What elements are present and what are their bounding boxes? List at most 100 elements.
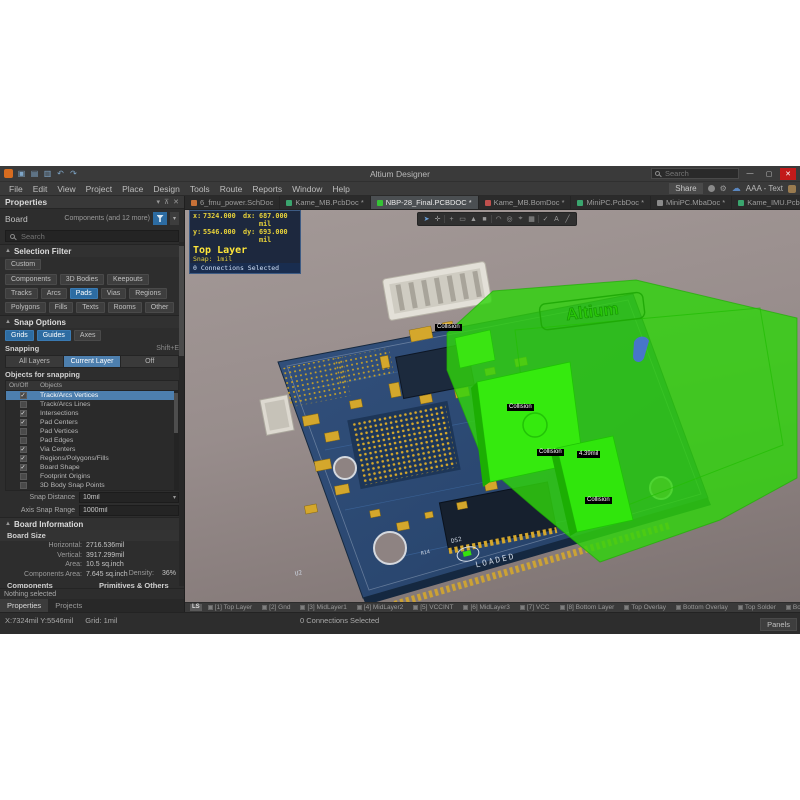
table-row[interactable]: Pad Edges — [6, 436, 178, 445]
table-row[interactable]: ✓Pad Centers — [6, 418, 178, 427]
filter-custom-button[interactable]: Custom — [5, 259, 41, 270]
checkbox[interactable]: ✓ — [20, 419, 27, 426]
share-button[interactable]: Share — [669, 183, 702, 194]
filter-other[interactable]: Other — [145, 302, 175, 313]
close-button[interactable]: ✕ — [780, 168, 796, 180]
checkbox[interactable] — [20, 437, 27, 444]
copy-icon[interactable]: ▥ — [43, 169, 52, 178]
filter-polygons[interactable]: Polygons — [5, 302, 46, 313]
layer-tab-vccint[interactable]: [5] VCCINT — [409, 604, 457, 611]
checkbox[interactable]: ✓ — [20, 464, 27, 471]
checkbox[interactable] — [20, 473, 27, 480]
line-icon[interactable]: ╱ — [563, 215, 572, 223]
filter-components[interactable]: Components — [5, 274, 57, 285]
pcb-3d-viewport[interactable]: Altium x:7324.000 dx:687.000 mil y:5546.… — [185, 210, 800, 602]
checkbox[interactable]: ✓ — [20, 392, 27, 399]
filter-tracks[interactable]: Tracks — [5, 288, 38, 299]
via-icon[interactable]: ◎ — [505, 215, 514, 223]
filter-3d-bodies[interactable]: 3D Bodies — [60, 274, 104, 285]
menu-file[interactable]: File — [4, 184, 28, 194]
measure-icon[interactable]: ✓ — [541, 215, 550, 223]
axis-snap-range-input[interactable] — [80, 507, 178, 514]
doc-tab[interactable]: Kame_IMU.PcbDoc * — [732, 196, 800, 209]
layer-tab-mid1[interactable]: [3] MidLayer1 — [296, 604, 350, 611]
menu-view[interactable]: View — [52, 184, 80, 194]
filter-dropdown[interactable]: ▾ — [170, 212, 179, 225]
axis-snap-range-field[interactable] — [79, 505, 179, 516]
undo-icon[interactable]: ↶ — [56, 169, 65, 178]
snap-mode-all-layers[interactable]: All Layers — [6, 356, 64, 367]
checkbox[interactable] — [20, 401, 27, 408]
menu-design[interactable]: Design — [148, 184, 184, 194]
table-row[interactable]: ✓Track/Arcs Vertices — [6, 391, 178, 400]
global-search[interactable] — [651, 168, 739, 179]
doc-tab-active[interactable]: NBP-28_Final.PCBDOC * — [371, 196, 479, 209]
table-row[interactable]: ✓Board Shape — [6, 463, 178, 472]
account-label[interactable]: AAA - Text — [746, 184, 783, 193]
global-search-input[interactable] — [663, 168, 733, 179]
table-row[interactable]: Pad Vertices — [6, 427, 178, 436]
maximize-button[interactable]: ▢ — [761, 168, 777, 180]
tab-properties[interactable]: Properties — [0, 599, 48, 612]
open-icon[interactable]: ▤ — [30, 169, 39, 178]
filter-rooms[interactable]: Rooms — [108, 302, 142, 313]
tab-projects[interactable]: Projects — [48, 599, 89, 612]
select-icon[interactable]: ➤ — [422, 215, 431, 223]
doc-tab[interactable]: MiniPC.MbaDoc * — [651, 196, 732, 209]
menu-window[interactable]: Window — [287, 184, 327, 194]
table-row[interactable]: ✓Regions/Polygons/Fills — [6, 454, 178, 463]
move-icon[interactable]: ✛ — [433, 215, 442, 223]
panel-search-input[interactable] — [19, 231, 159, 242]
checkbox[interactable] — [20, 482, 27, 489]
layer-tab-top-overlay[interactable]: Top Overlay — [620, 604, 670, 611]
layer-tab-gnd[interactable]: [2] Gnd — [258, 604, 294, 611]
panel-search[interactable] — [5, 230, 179, 242]
table-row[interactable]: Footprint Origins — [6, 472, 178, 481]
dropdown-icon[interactable]: ▾ — [173, 494, 178, 501]
pour-icon[interactable]: ▲ — [469, 216, 478, 223]
minimize-button[interactable]: — — [742, 168, 758, 180]
filter-texts[interactable]: Texts — [76, 302, 104, 313]
layer-tab-top[interactable]: [1] Top Layer — [204, 604, 256, 611]
filter-regions[interactable]: Regions — [129, 288, 167, 299]
menu-help[interactable]: Help — [327, 184, 354, 194]
checkbox[interactable]: ✓ — [20, 455, 27, 462]
layer-tab-bottom-solder[interactable]: Bottom Solder — [782, 604, 800, 611]
collapse-icon[interactable]: ▲ — [5, 248, 11, 254]
collapse-icon[interactable]: ▲ — [5, 521, 11, 527]
panel-menu-icon[interactable]: ▾ — [156, 198, 160, 206]
pin-icon[interactable]: ⊼ — [164, 198, 169, 206]
snap-grids-button[interactable]: Grids — [5, 330, 34, 341]
menu-place[interactable]: Place — [117, 184, 148, 194]
menu-tools[interactable]: Tools — [185, 184, 215, 194]
menu-project[interactable]: Project — [81, 184, 117, 194]
checkbox[interactable]: ✓ — [20, 446, 27, 453]
layer-tab-top-solder[interactable]: Top Solder — [734, 604, 780, 611]
user-icon[interactable] — [788, 185, 796, 193]
filter-button[interactable] — [153, 212, 167, 225]
filter-pads[interactable]: Pads — [70, 288, 98, 299]
doc-tab[interactable]: Kame_MB.BomDoc * — [479, 196, 572, 209]
doc-tab[interactable]: Kame_MB.PcbDoc * — [280, 196, 370, 209]
layer-tab-bottom[interactable]: [8] Bottom Layer — [556, 604, 619, 611]
filter-keepouts[interactable]: Keepouts — [107, 274, 149, 285]
fill-icon[interactable]: ■ — [480, 216, 489, 223]
snap-distance-input[interactable] — [80, 494, 173, 501]
checkbox[interactable]: ✓ — [20, 410, 27, 417]
panels-button[interactable]: Panels — [760, 618, 797, 631]
snap-mode-off[interactable]: Off — [121, 356, 178, 367]
table-row[interactable]: ✓Intersections — [6, 409, 178, 418]
table-row[interactable]: Track/Arcs Lines — [6, 400, 178, 409]
doc-tab[interactable]: 6_fmu_power.SchDoc — [185, 196, 280, 209]
menu-edit[interactable]: Edit — [28, 184, 53, 194]
save-icon[interactable]: ▣ — [17, 169, 26, 178]
layer-tab-mid2[interactable]: [4] MidLayer2 — [353, 604, 407, 611]
text-icon[interactable]: A — [552, 216, 561, 223]
snap-axes-button[interactable]: Axes — [74, 330, 102, 341]
filter-vias[interactable]: Vias — [101, 288, 127, 299]
layer-set-chip[interactable]: LS — [190, 604, 202, 611]
snap-mode-current-layer[interactable]: Current Layer — [64, 356, 122, 367]
layer-tab-mid3[interactable]: [6] MidLayer3 — [459, 604, 513, 611]
redo-icon[interactable]: ↷ — [69, 169, 78, 178]
panel-close-icon[interactable]: ✕ — [173, 198, 179, 206]
